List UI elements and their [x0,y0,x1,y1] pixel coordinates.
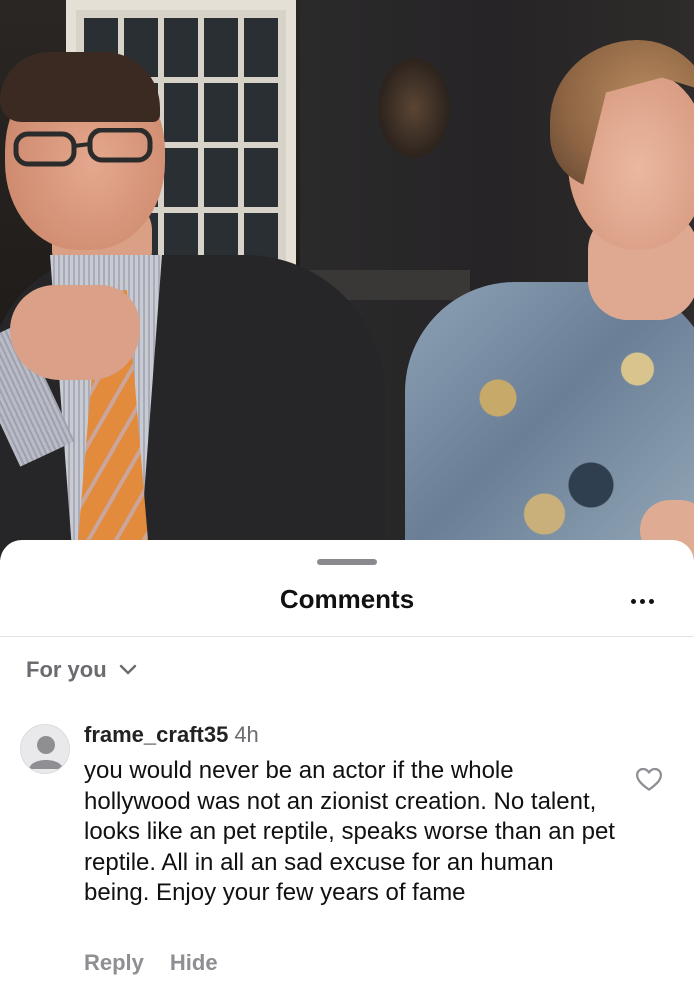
comment-item: frame_craft35 4h you would never be an a… [0,720,694,990]
video-man-glasses [13,128,153,167]
sort-dropdown[interactable]: For you [26,654,137,686]
video-lamp [378,58,450,158]
hide-button[interactable]: Hide [170,950,218,976]
like-button[interactable] [634,764,664,794]
comment-timestamp: 4h [234,722,259,747]
video-man-hand [10,285,140,380]
more-horizontal-icon [630,598,654,604]
video-player[interactable] [0,0,694,560]
reply-button[interactable]: Reply [84,950,144,976]
more-options-button[interactable] [624,586,660,616]
comment-actions: Reply Hide [84,950,218,976]
sheet-title: Comments [279,584,415,614]
comment-username[interactable]: frame_craft35 [84,722,228,748]
header-divider [0,636,694,637]
comment-header: frame_craft35 4h [84,722,259,748]
chevron-down-icon [119,664,136,675]
default-avatar-icon[interactable] [20,724,70,774]
video-man-hair [0,52,160,122]
sheet-grabber-handle[interactable] [317,559,377,565]
heart-outline-icon [636,767,662,791]
comment-text: you would never be an actor if the whole… [84,757,615,906]
sort-label: For you [26,657,107,682]
comments-sheet: Comments For you frame_craft35 4h you wo… [0,540,694,1000]
